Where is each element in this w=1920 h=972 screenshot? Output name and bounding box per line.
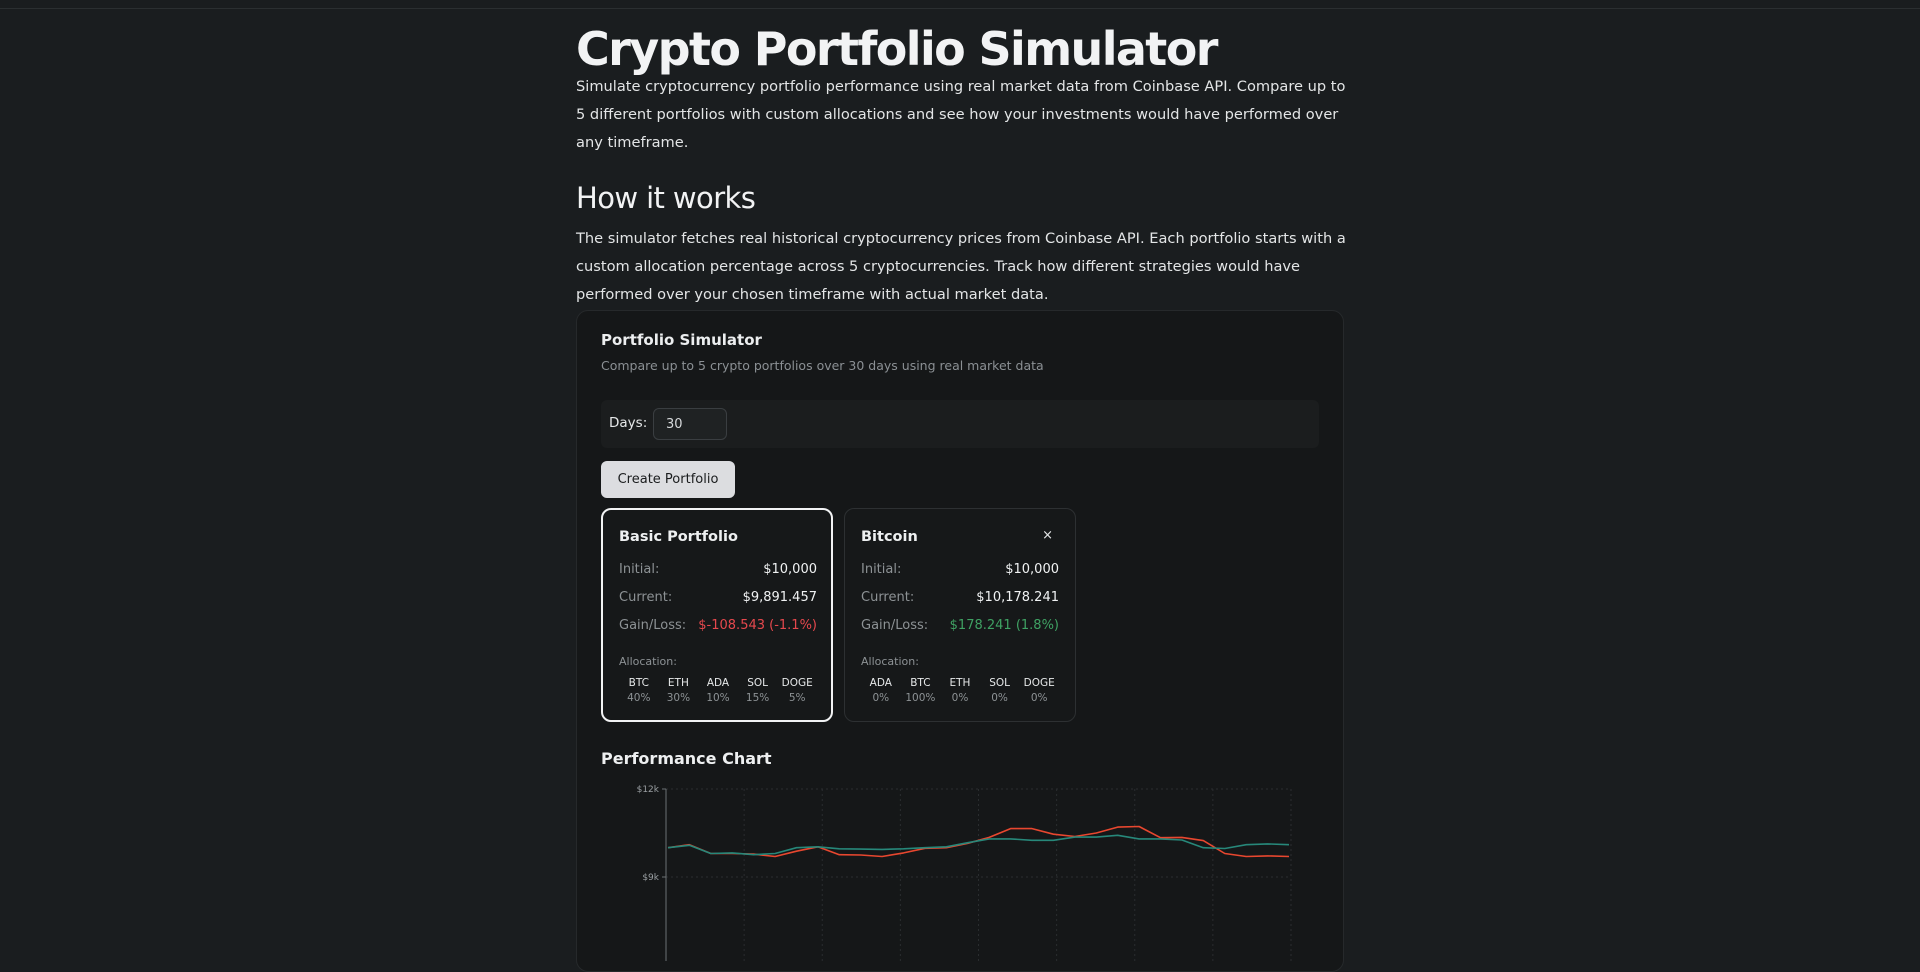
portfolio-card-bitcoin[interactable]: Bitcoin × Initial: $10,000 Current: $10,… <box>844 508 1076 722</box>
create-portfolio-button[interactable]: Create Portfolio <box>601 461 735 498</box>
intro-text: Simulate cryptocurrency portfolio perfor… <box>576 78 1346 151</box>
allocation-symbol: BTC <box>910 677 931 689</box>
allocation-item: SOL 0% <box>980 676 1020 708</box>
simulator-title: Portfolio Simulator <box>601 331 762 349</box>
gain-loss-label: Gain/Loss: <box>861 618 929 633</box>
initial-row: Initial: $10,000 <box>619 562 817 580</box>
performance-chart: $12k $9k <box>637 785 1292 961</box>
allocation-symbol: ADA <box>869 677 892 689</box>
current-row: Current: $9,891.457 <box>619 590 817 608</box>
allocation-symbol: BTC <box>628 677 649 689</box>
allocation-item: ADA 10% <box>698 676 738 708</box>
allocation-symbol: DOGE <box>781 677 813 689</box>
allocation-symbol: SOL <box>989 677 1010 689</box>
portfolio-name: Basic Portfolio <box>619 529 738 545</box>
gain-loss-value: $178.241 (1.8%) <box>949 618 1059 633</box>
y-tick-label: $9k <box>642 873 659 883</box>
gain-loss-label: Gain/Loss: <box>619 618 687 633</box>
allocation-percent: 40% <box>627 692 651 704</box>
days-control-row: Days: <box>601 400 1319 448</box>
allocation-percent: 10% <box>706 692 730 704</box>
allocation-symbol: DOGE <box>1023 677 1055 689</box>
allocation-symbol: SOL <box>747 677 768 689</box>
allocation-label: Allocation: <box>861 655 919 668</box>
allocation-symbol: ADA <box>706 677 730 689</box>
allocation-item: ADA 0% <box>861 676 901 708</box>
portfolio-simulator-panel: Portfolio Simulator Compare up to 5 cryp… <box>576 310 1344 972</box>
initial-value: $10,000 <box>763 562 817 577</box>
allocation-percent: 100% <box>905 692 936 704</box>
allocation-symbol: ETH <box>667 677 689 689</box>
allocation-item: ETH 30% <box>659 676 699 708</box>
portfolio-name: Bitcoin <box>861 529 918 545</box>
allocation-percent: 30% <box>666 692 691 704</box>
initial-label: Initial: <box>619 562 660 577</box>
allocation-item: SOL 15% <box>738 676 778 708</box>
allocation-item: ETH 0% <box>940 676 980 708</box>
allocation-item: BTC 100% <box>901 676 941 708</box>
current-label: Current: <box>619 590 673 605</box>
gain-loss-row: Gain/Loss: $178.241 (1.8%) <box>861 618 1059 636</box>
days-label: Days: <box>609 415 648 431</box>
allocation-item: DOGE 0% <box>1019 676 1059 708</box>
allocation-percent: 5% <box>788 692 806 704</box>
allocation-percent: 0% <box>991 692 1008 704</box>
gain-loss-value: $-108.543 (-1.1%) <box>698 618 817 633</box>
allocation-percent: 0% <box>951 692 969 704</box>
gain-loss-row: Gain/Loss: $-108.543 (-1.1%) <box>619 618 817 636</box>
allocation-label: Allocation: <box>619 655 677 668</box>
allocation-percent: 0% <box>1030 692 1048 704</box>
allocation-item: DOGE 5% <box>777 676 817 708</box>
current-row: Current: $10,178.241 <box>861 590 1059 608</box>
top-divider <box>0 8 1920 9</box>
initial-value: $10,000 <box>1005 562 1059 577</box>
allocation-symbol: ETH <box>949 677 971 689</box>
current-value: $9,891.457 <box>742 590 817 605</box>
how-it-works-text: The simulator fetches real historical cr… <box>576 230 1346 303</box>
y-tick-label: $12k <box>637 785 660 795</box>
performance-chart-title: Performance Chart <box>601 749 772 768</box>
page-title: Crypto Portfolio Simulator <box>576 22 1218 76</box>
current-label: Current: <box>861 590 915 605</box>
current-value: $10,178.241 <box>976 590 1059 605</box>
initial-row: Initial: $10,000 <box>861 562 1059 580</box>
how-it-works-heading: How it works <box>576 181 756 215</box>
allocation-grid: ADA 0% BTC 100% ETH 0% SOL 0% DOGE 0% <box>861 676 1059 708</box>
allocation-percent: 0% <box>872 692 890 704</box>
allocation-grid: BTC 40% ETH 30% ADA 10% SOL 15% DOGE 5% <box>619 676 817 708</box>
allocation-percent: 15% <box>745 692 770 704</box>
initial-label: Initial: <box>861 562 902 577</box>
days-input[interactable] <box>653 408 727 440</box>
simulator-subtitle: Compare up to 5 crypto portfolios over 3… <box>601 358 1044 373</box>
allocation-item: BTC 40% <box>619 676 659 708</box>
close-icon[interactable]: × <box>1042 528 1053 543</box>
portfolio-card-basic[interactable]: Basic Portfolio Initial: $10,000 Current… <box>601 508 833 722</box>
